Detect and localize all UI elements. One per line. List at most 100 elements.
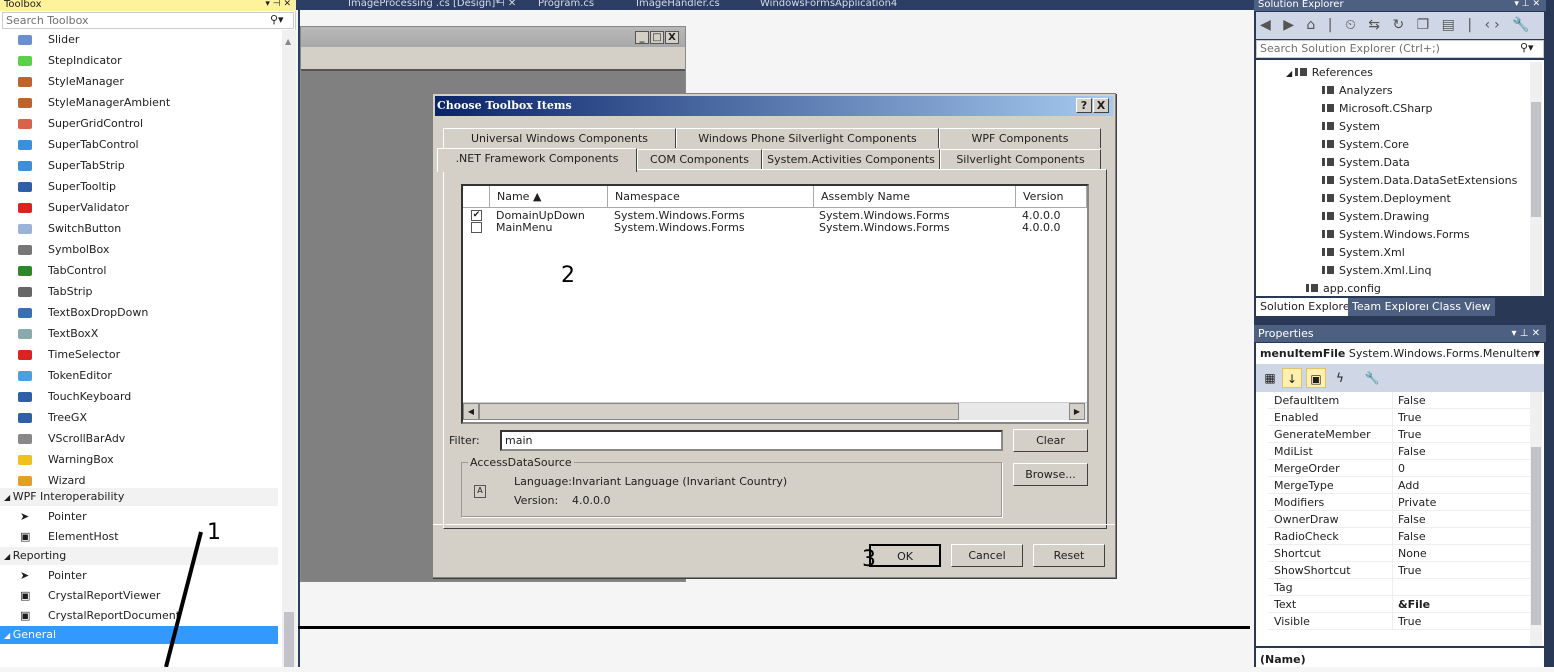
property-value[interactable] xyxy=(1392,579,1398,596)
solution-search-input[interactable]: Search Solution Explorer (Ctrl+;) xyxy=(1256,40,1544,58)
property-name: OwnerDraw xyxy=(1274,513,1339,526)
property-name: Modifiers xyxy=(1274,496,1325,509)
side-strip xyxy=(1546,0,1554,667)
categorized-icon[interactable]: ▦ xyxy=(1260,368,1280,388)
explorer-tabs: Solution Explorer Team Explorer Class Vi… xyxy=(1254,298,1546,316)
right-panel: Solution Explorer ▾ ⊥ ✕ ◀ ▶ ⌂ | ⏲ ⇆ ↻ ❐ … xyxy=(1254,0,1546,667)
tree-item[interactable]: ◢ References xyxy=(1286,64,1373,82)
property-row[interactable]: Enabled True xyxy=(1268,409,1530,426)
tree-item[interactable]: System.Data.DataSetExtensions xyxy=(1322,172,1517,190)
reference-icon xyxy=(1322,122,1334,130)
tree-item-label: System.Drawing xyxy=(1339,210,1430,223)
tree-item[interactable]: app.config xyxy=(1306,280,1381,296)
property-row[interactable]: Shortcut None xyxy=(1268,545,1530,562)
tree-item[interactable]: System.Xml.Linq xyxy=(1322,262,1431,280)
tree-item[interactable]: Microsoft.CSharp xyxy=(1322,100,1432,118)
tree-item-label: System.Xml.Linq xyxy=(1339,264,1432,277)
property-grid: DefaultItem False Enabled True GenerateMembe… xyxy=(1256,392,1544,646)
property-row[interactable]: DefaultItem False xyxy=(1268,392,1530,409)
tree-item[interactable]: System.Drawing xyxy=(1322,208,1429,226)
tree-item[interactable]: System.Deployment xyxy=(1322,190,1451,208)
property-value[interactable]: &File xyxy=(1392,596,1430,613)
property-row[interactable]: MergeOrder 0 xyxy=(1268,460,1530,477)
tree-scroll-thumb[interactable] xyxy=(1531,102,1541,217)
properties-icon[interactable]: ▣ xyxy=(1306,368,1326,388)
property-row[interactable]: OwnerDraw False xyxy=(1268,511,1530,528)
reference-icon xyxy=(1322,248,1334,256)
property-value[interactable]: None xyxy=(1392,545,1427,562)
properties-title: Properties xyxy=(1254,325,1546,342)
property-value[interactable]: True xyxy=(1392,409,1421,426)
tree-scrollbar[interactable] xyxy=(1530,62,1542,296)
property-row[interactable]: Tag xyxy=(1268,579,1530,596)
property-row[interactable]: Visible True xyxy=(1268,613,1530,630)
property-value[interactable]: False xyxy=(1392,528,1426,545)
tree-item-label: System.Deployment xyxy=(1339,192,1451,205)
property-name: DefaultItem xyxy=(1274,394,1340,407)
property-row[interactable]: MergeType Add xyxy=(1268,477,1530,494)
property-name: MergeOrder xyxy=(1274,462,1340,475)
property-value[interactable]: False xyxy=(1392,443,1426,460)
tree-item-label: Microsoft.CSharp xyxy=(1339,102,1433,115)
tab-class-view[interactable]: Class View xyxy=(1428,298,1495,316)
tree-item-label: System.Data xyxy=(1339,156,1410,169)
property-value[interactable]: Private xyxy=(1392,494,1436,511)
properties-window-controls[interactable]: ▾ ⊥ ✕ xyxy=(1512,328,1540,339)
tree-item-label: System.Xml xyxy=(1339,246,1405,259)
tab-net-framework[interactable]: .NET Framework Components xyxy=(437,148,637,172)
reference-icon xyxy=(1322,104,1334,112)
property-description: (Name) xyxy=(1256,648,1544,667)
reference-icon xyxy=(1322,140,1334,148)
property-row[interactable]: Text &File xyxy=(1268,596,1530,613)
property-row[interactable]: MdiList False xyxy=(1268,443,1530,460)
reference-icon xyxy=(1322,266,1334,274)
tree-item[interactable]: System.Windows.Forms xyxy=(1322,226,1470,244)
tree-item-label: System.Data.DataSetExtensions xyxy=(1339,174,1518,187)
solution-explorer-toolbar[interactable]: ◀ ▶ ⌂ | ⏲ ⇆ ↻ ❐ ▤ | ‹› 🔧 ━ xyxy=(1256,12,1544,60)
property-name: MergeType xyxy=(1274,479,1334,492)
tab-solution-explorer[interactable]: Solution Explorer xyxy=(1256,298,1359,316)
property-name: ShowShortcut xyxy=(1274,564,1351,577)
alphabetical-icon[interactable]: ↓ xyxy=(1282,368,1302,388)
expand-triangle-icon[interactable]: ◢ xyxy=(1286,69,1295,78)
property-pages-icon[interactable]: 🔧 xyxy=(1362,368,1382,388)
property-value[interactable]: True xyxy=(1392,562,1421,579)
property-value[interactable]: 0 xyxy=(1392,460,1405,477)
solution-tree: ◢ References Analyzers Microsoft.CSharp Sys… xyxy=(1256,60,1544,296)
property-value[interactable]: True xyxy=(1392,613,1421,630)
tree-item[interactable]: System xyxy=(1322,118,1380,136)
chevron-down-icon[interactable]: ▼ xyxy=(1534,343,1540,364)
analyzers-icon xyxy=(1322,86,1334,94)
object-type: System.Windows.Forms.MenuItem xyxy=(1348,347,1539,360)
tree-item[interactable]: System.Data xyxy=(1322,154,1410,172)
property-row[interactable]: ShowShortcut True xyxy=(1268,562,1530,579)
se-window-controls[interactable]: ▾ ⊥ ✕ xyxy=(1514,0,1540,9)
property-row[interactable]: GenerateMember True xyxy=(1268,426,1530,443)
reference-icon xyxy=(1322,212,1334,220)
search-icon[interactable]: ⚲▾ xyxy=(1520,41,1534,54)
reference-icon xyxy=(1294,68,1307,76)
tree-item[interactable]: System.Xml xyxy=(1322,244,1405,262)
property-row[interactable]: RadioCheck False xyxy=(1268,528,1530,545)
tab-team-explorer[interactable]: Team Explorer xyxy=(1348,298,1435,316)
property-scroll-thumb[interactable] xyxy=(1531,447,1541,625)
property-name: Enabled xyxy=(1274,411,1319,424)
property-row[interactable]: Modifiers Private xyxy=(1268,494,1530,511)
property-value[interactable]: True xyxy=(1392,426,1421,443)
property-value[interactable]: False xyxy=(1392,511,1426,528)
property-name: Tag xyxy=(1274,581,1293,594)
tree-item[interactable]: System.Core xyxy=(1322,136,1409,154)
property-name: Shortcut xyxy=(1274,547,1321,560)
property-value[interactable]: Add xyxy=(1392,477,1419,494)
tree-item-label: System xyxy=(1339,120,1381,133)
tree-item[interactable]: Analyzers xyxy=(1322,82,1393,100)
object-selector[interactable]: menuItemFile System.Windows.Forms.MenuIt… xyxy=(1256,343,1544,364)
events-icon[interactable]: ϟ xyxy=(1330,368,1350,388)
tree-item-label: System.Core xyxy=(1339,138,1409,151)
property-name: GenerateMember xyxy=(1274,428,1371,441)
config-file-icon xyxy=(1306,284,1318,292)
property-scrollbar[interactable] xyxy=(1530,392,1542,646)
property-value[interactable]: False xyxy=(1392,392,1426,409)
reference-icon xyxy=(1322,194,1334,202)
properties-toolbar: ▦ ↓ ▣ ϟ 🔧 xyxy=(1256,364,1544,392)
